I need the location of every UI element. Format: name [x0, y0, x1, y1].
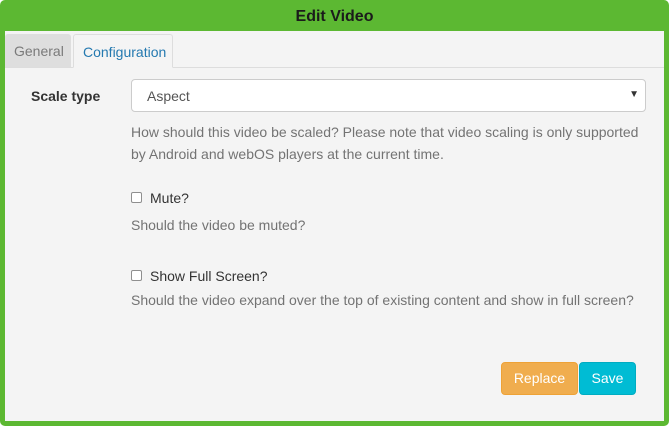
save-button[interactable]: Save: [579, 362, 636, 395]
scale-type-help: How should this video be scaled? Please …: [131, 124, 639, 162]
full-screen-label[interactable]: Show Full Screen?: [150, 268, 268, 284]
replace-button[interactable]: Replace: [501, 362, 578, 395]
full-screen-checkbox[interactable]: [131, 270, 142, 281]
scale-type-label: Scale type: [31, 88, 101, 104]
mute-help: Should the video be muted?: [131, 217, 306, 233]
dialog-title: Edit Video: [295, 8, 374, 25]
tab-configuration[interactable]: Configuration: [73, 34, 173, 68]
mute-checkbox[interactable]: [131, 192, 142, 203]
mute-label[interactable]: Mute?: [150, 190, 189, 206]
full-screen-help: Should the video expand over the top of …: [131, 292, 634, 308]
tab-general[interactable]: General: [5, 34, 71, 67]
dialog-title-bar: Edit Video: [5, 5, 664, 31]
tab-bar: General Configuration: [5, 31, 664, 68]
edit-video-dialog: Edit Video General Configuration Scale t…: [0, 0, 669, 426]
caret-down-icon: ▼: [629, 89, 639, 100]
scale-type-select[interactable]: Aspect ▼: [131, 79, 646, 112]
scale-type-value: Aspect: [147, 88, 190, 104]
